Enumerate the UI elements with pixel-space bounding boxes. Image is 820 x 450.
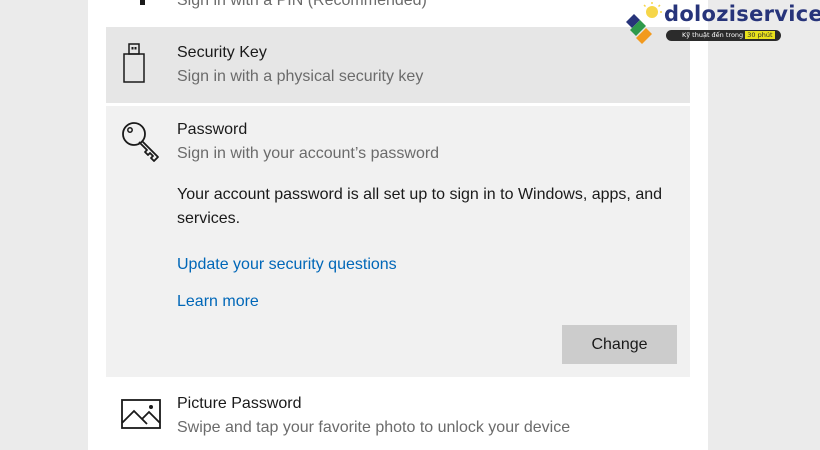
security-key-option[interactable]: Security Key Sign in with a physical sec… [106, 27, 690, 103]
password-option[interactable]: Password Sign in with your account’s pas… [106, 106, 690, 377]
pin-subtitle: Sign in with a PIN (Recommended) [177, 0, 427, 9]
security-key-subtitle: Sign in with a physical security key [177, 68, 424, 85]
pin-icon [140, 0, 145, 5]
picture-password-title: Picture Password [177, 395, 302, 412]
password-description: Your account password is all set up to s… [177, 186, 663, 227]
brand-tagline: Kỹ thuật đến trong 30 phút [666, 30, 781, 41]
brand-tagline-highlight: 30 phút [745, 31, 775, 39]
learn-more-link[interactable]: Learn more [177, 293, 259, 311]
security-key-title: Security Key [177, 44, 267, 61]
brand-name: doloziservice [664, 2, 820, 26]
key-icon [120, 120, 164, 169]
pin-option[interactable]: Sign in with a PIN (Recommended) [106, 0, 690, 24]
picture-password-subtitle: Swipe and tap your favorite photo to unl… [177, 419, 571, 436]
watermark-logo: doloziservice Kỹ thuật đến trong 30 phút [620, 0, 820, 48]
usb-key-icon [120, 41, 148, 92]
change-password-button[interactable]: Change [562, 325, 677, 364]
password-subtitle: Sign in with your account’s password [177, 145, 440, 162]
update-security-questions-link[interactable]: Update your security questions [177, 256, 397, 274]
picture-password-option[interactable]: Picture Password Swipe and tap your favo… [106, 381, 690, 450]
picture-icon [120, 397, 162, 436]
brand-logo-icon [620, 2, 664, 51]
brand-tagline-text: Kỹ thuật đến trong [682, 31, 744, 39]
password-title: Password [177, 121, 248, 138]
